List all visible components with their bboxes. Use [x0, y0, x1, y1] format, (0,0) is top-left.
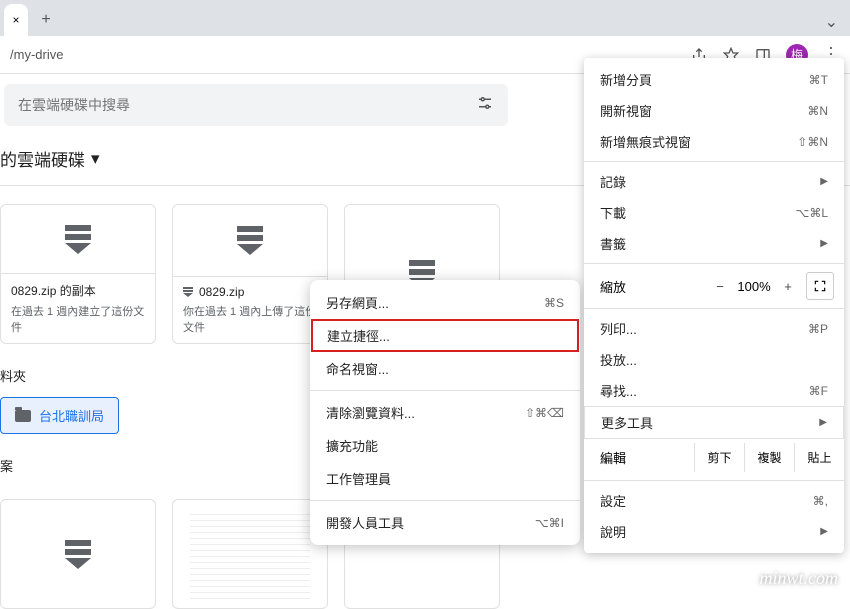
breadcrumb-label: 的雲端硬碟 — [0, 146, 85, 171]
fullscreen-button[interactable] — [806, 272, 834, 300]
zip-icon — [65, 225, 91, 254]
zip-icon — [183, 287, 193, 297]
menu-history[interactable]: 記錄▶ — [584, 166, 844, 197]
submenu-name-window[interactable]: 命名視窗... — [310, 352, 580, 385]
tune-icon[interactable] — [476, 94, 494, 117]
watermark: minwt.com — [760, 568, 839, 589]
folder-chip[interactable]: 台北職訓局 — [0, 397, 119, 434]
chevron-down-icon: ▾ — [91, 149, 100, 169]
zoom-in-button[interactable]: + — [776, 274, 800, 298]
edit-paste[interactable]: 貼上 — [794, 443, 844, 472]
edit-copy[interactable]: 複製 — [744, 443, 794, 472]
new-tab-button[interactable]: + — [32, 6, 60, 34]
folder-name: 台北職訓局 — [39, 406, 104, 425]
more-tools-submenu: 另存網頁...⌘S 建立捷徑... 命名視窗... 清除瀏覽資料...⇧⌘⌫ 擴… — [310, 280, 580, 545]
folder-icon — [15, 410, 31, 422]
menu-help[interactable]: 說明▶ — [584, 516, 844, 547]
file-sub: 你在過去 1 週內上傳了這份文件 — [183, 303, 317, 335]
file-card[interactable]: 0829.zip 的副本 在過去 1 週內建立了這份文件 — [0, 204, 156, 344]
menu-downloads[interactable]: 下載⌥⌘L — [584, 197, 844, 228]
menu-bookmarks[interactable]: 書籤▶ — [584, 228, 844, 259]
submenu-save-page[interactable]: 另存網頁...⌘S — [310, 286, 580, 319]
search-input[interactable] — [18, 97, 476, 113]
search-box[interactable] — [4, 84, 508, 126]
submenu-clear-data[interactable]: 清除瀏覽資料...⇧⌘⌫ — [310, 396, 580, 429]
tab-chevron-icon[interactable]: ⌄ — [825, 12, 850, 36]
submenu-dev-tools[interactable]: 開發人員工具⌥⌘I — [310, 506, 580, 539]
edit-cut[interactable]: 剪下 — [694, 443, 744, 472]
file-thumb[interactable] — [0, 499, 156, 609]
menu-edit: 編輯 剪下 複製 貼上 — [584, 439, 844, 476]
submenu-extensions[interactable]: 擴充功能 — [310, 429, 580, 462]
chrome-menu: 新增分頁⌘T 開新視窗⌘N 新增無痕式視窗⇧⌘N 記錄▶ 下載⌥⌘L 書籤▶ 縮… — [584, 58, 844, 553]
file-name: 0829.zip 的副本 — [11, 282, 96, 299]
menu-more-tools[interactable]: 更多工具▶ — [584, 406, 844, 439]
menu-cast[interactable]: 投放... — [584, 344, 844, 375]
submenu-create-shortcut[interactable]: 建立捷徑... — [311, 319, 579, 352]
zoom-out-button[interactable]: − — [708, 274, 732, 298]
file-sub: 在過去 1 週內建立了這份文件 — [11, 303, 145, 335]
menu-find[interactable]: 尋找...⌘F — [584, 375, 844, 406]
zip-icon — [237, 226, 263, 255]
close-icon[interactable]: × — [12, 13, 19, 27]
browser-tab[interactable]: × — [4, 4, 28, 36]
file-thumb[interactable] — [172, 499, 328, 609]
doc-preview-icon — [190, 509, 310, 599]
menu-new-tab[interactable]: 新增分頁⌘T — [584, 64, 844, 95]
submenu-task-manager[interactable]: 工作管理員 — [310, 462, 580, 495]
zoom-percent: 100% — [732, 279, 776, 294]
file-name: 0829.zip — [199, 285, 244, 299]
menu-print[interactable]: 列印...⌘P — [584, 313, 844, 344]
menu-incognito[interactable]: 新增無痕式視窗⇧⌘N — [584, 126, 844, 157]
menu-new-window[interactable]: 開新視窗⌘N — [584, 95, 844, 126]
menu-zoom: 縮放 − 100% + — [584, 268, 844, 304]
zip-icon — [65, 540, 91, 569]
file-card[interactable]: 0829.zip 你在過去 1 週內上傳了這份文件 — [172, 204, 328, 344]
menu-settings[interactable]: 設定⌘, — [584, 485, 844, 516]
